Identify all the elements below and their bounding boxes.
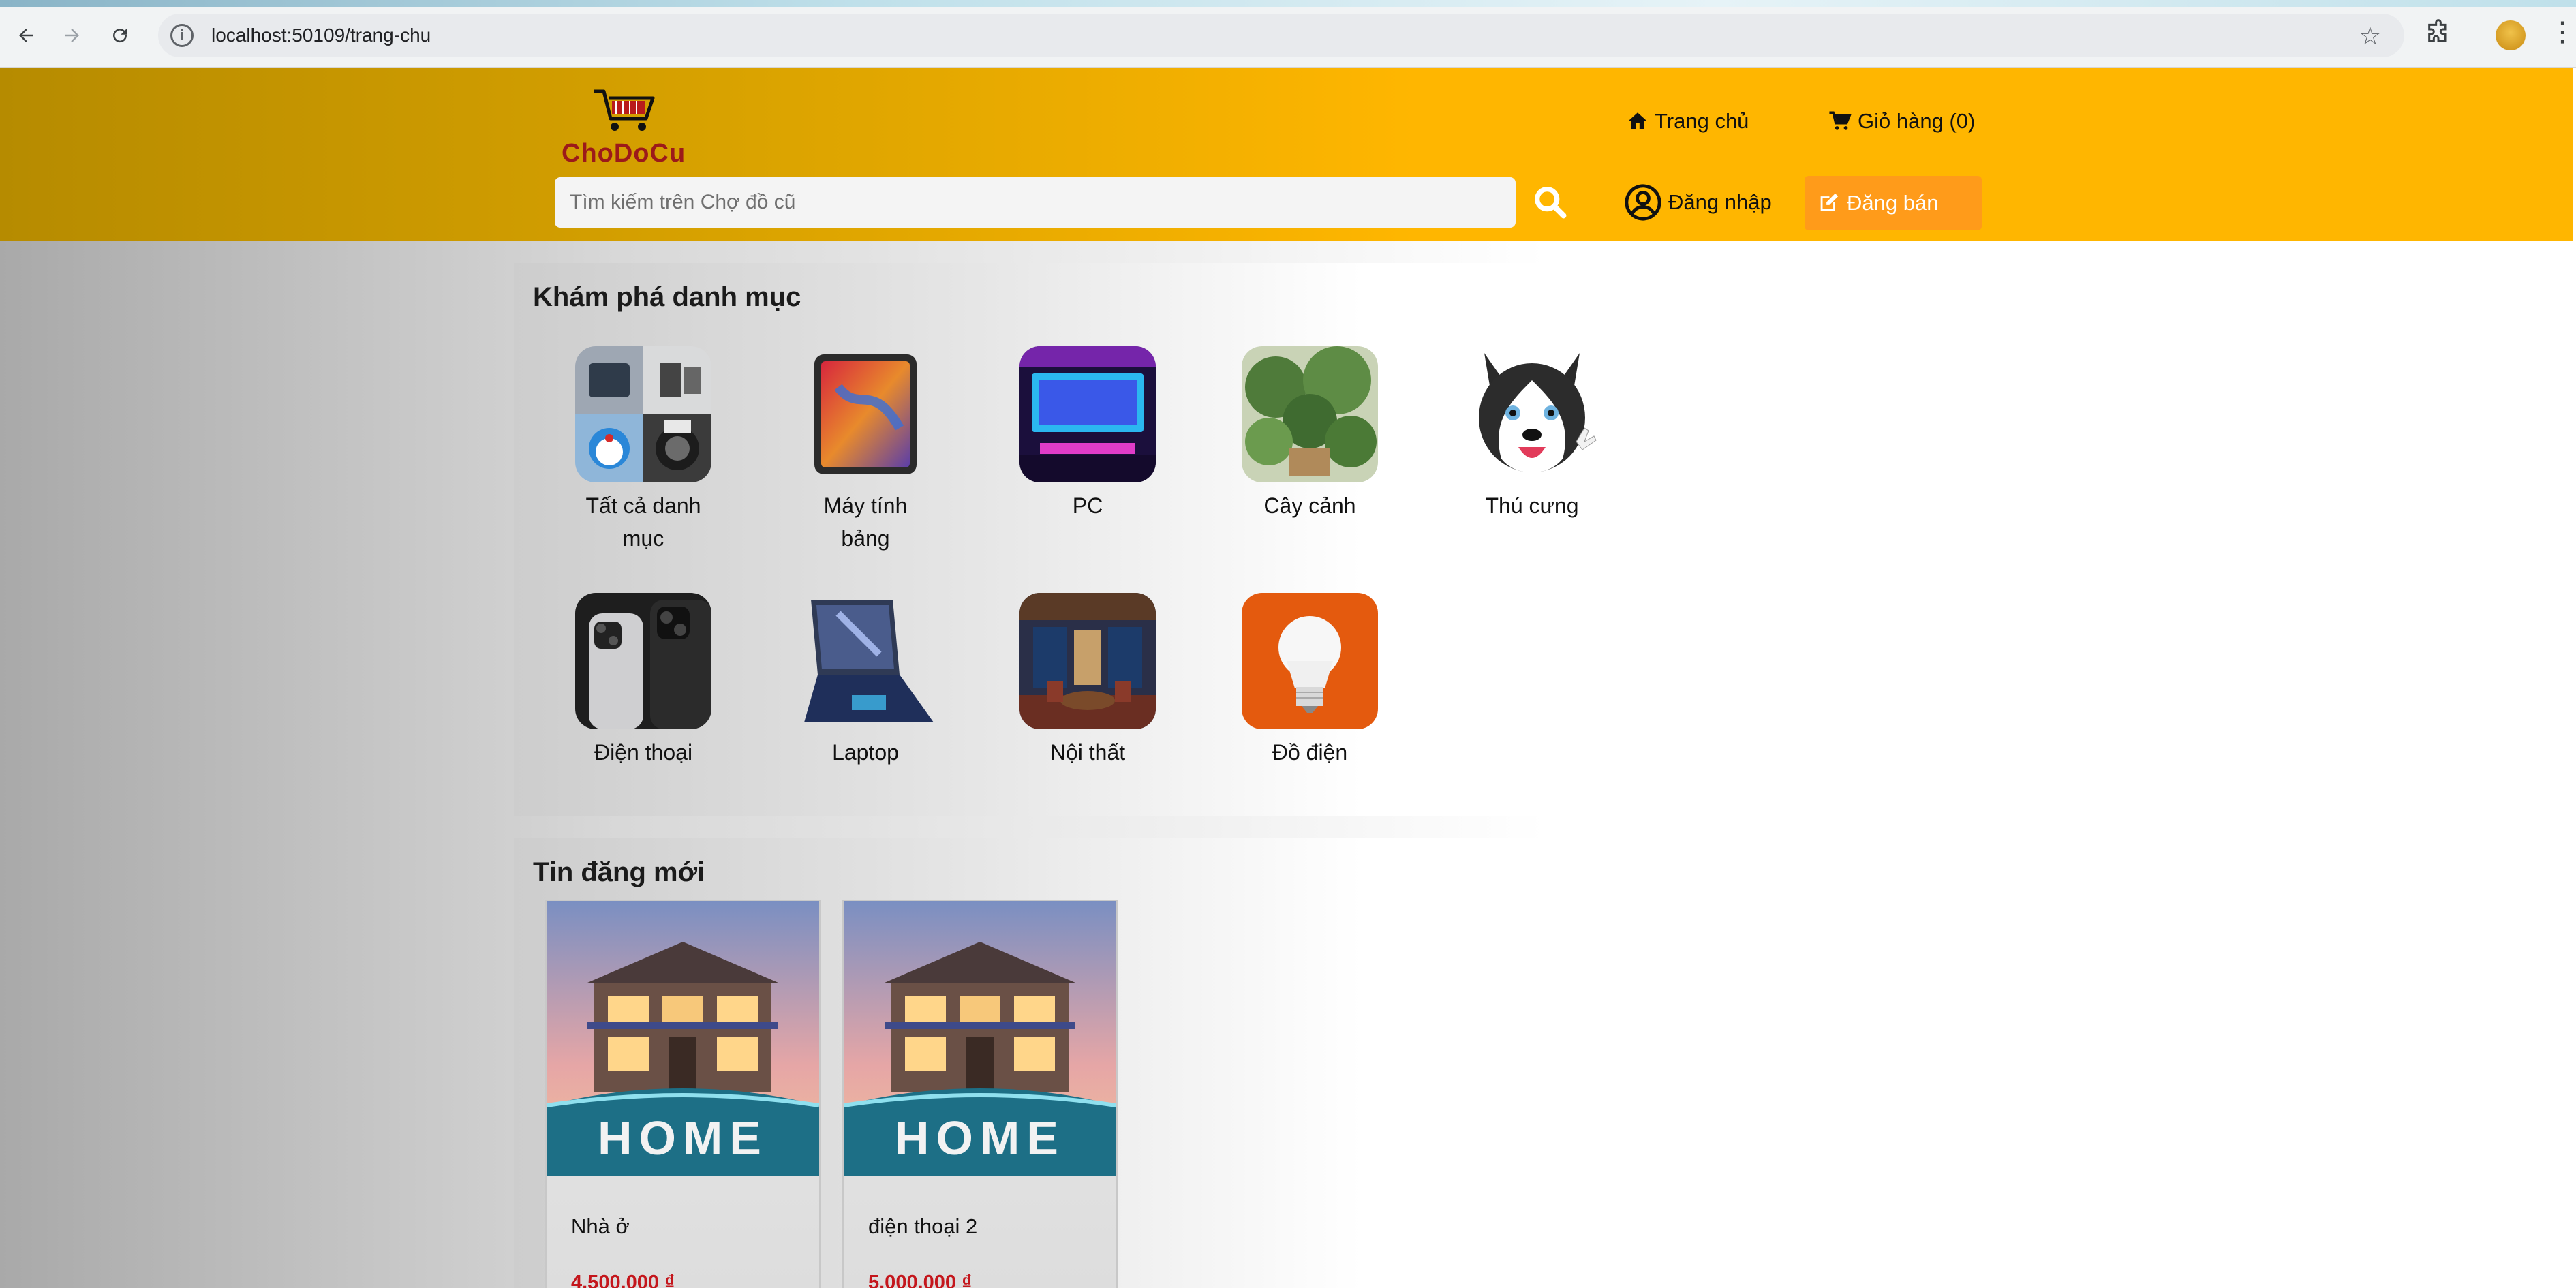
category-electric[interactable]: Đồ điện (1242, 593, 1378, 769)
product-image: HOME (547, 901, 819, 1176)
product-card[interactable]: HOME Nhà ở 4.500.000 ₫ (545, 900, 821, 1288)
product-card[interactable]: HOME điện thoại 2 5.000.000 ₫ (842, 900, 1118, 1288)
extensions-icon[interactable] (2425, 19, 2457, 52)
nav-cart-link[interactable]: Giỏ hàng (0) (1828, 109, 1975, 134)
nav-cart-label: Giỏ hàng (0) (1858, 109, 1976, 133)
phone-image (575, 593, 711, 729)
user-circle-icon (1625, 184, 1661, 221)
cart-icon (1829, 111, 1852, 130)
url-text[interactable]: localhost:50109/trang-chu (211, 25, 431, 46)
category-all[interactable]: Tất cả danh mục (575, 346, 711, 555)
edit-icon (1820, 193, 1839, 211)
forward-icon[interactable] (56, 19, 89, 52)
product-price: 5.000.000 ₫ (868, 1272, 972, 1288)
new-posts-title: Tin đăng mới (533, 857, 705, 887)
category-plants-label: Cây cảnh (1263, 493, 1356, 518)
site-logo[interactable]: ChoDoCu (559, 87, 695, 169)
bookmark-star-icon[interactable]: ☆ (2359, 22, 2381, 50)
back-icon[interactable] (10, 19, 42, 52)
tablet-image (797, 346, 934, 482)
site-header: ChoDoCu Trang chủ Giỏ hàng (0) Đăng nhập… (0, 68, 2573, 241)
laptop-image (797, 593, 934, 729)
pc-image (1019, 346, 1156, 482)
product-price: 4.500.000 ₫ (571, 1272, 675, 1288)
product-name[interactable]: điện thoại 2 (868, 1214, 977, 1239)
category-laptop[interactable]: Laptop (797, 593, 934, 769)
search-icon[interactable] (1531, 183, 1570, 222)
category-pets-label: Thú cưng (1485, 493, 1579, 518)
furniture-image (1019, 593, 1156, 729)
reload-icon[interactable] (104, 19, 136, 52)
all-categories-image (575, 346, 711, 482)
category-tablet-label: Máy tính bảng (823, 493, 908, 551)
post-listing-label: Đăng bán (1847, 191, 1939, 215)
category-pc[interactable]: PC (1019, 346, 1156, 522)
product-image-text: HOME (895, 1111, 1065, 1165)
category-all-label: Tất cả danh mục (585, 493, 701, 551)
category-pets[interactable]: Thú cưng (1464, 346, 1600, 522)
nav-login-link[interactable]: Đăng nhập (1623, 183, 1772, 222)
category-phone-label: Điện thoại (594, 740, 693, 765)
tab-strip-edge (0, 0, 2576, 7)
nav-home-link[interactable]: Trang chủ (1626, 109, 1749, 134)
category-tablet[interactable]: Máy tính bảng (797, 346, 934, 555)
page-body: ChoDoCu Trang chủ Giỏ hàng (0) Đăng nhập… (0, 68, 2576, 1288)
product-image-text: HOME (598, 1111, 768, 1165)
category-phone[interactable]: Điện thoại (575, 593, 711, 769)
pet-image (1464, 346, 1600, 482)
home-icon (1627, 112, 1648, 129)
product-name[interactable]: Nhà ở (571, 1214, 630, 1239)
category-furniture-label: Nội thất (1049, 740, 1126, 765)
cart-logo-icon (594, 89, 655, 131)
category-panel-title: Khám phá danh mục (533, 282, 801, 312)
category-pc-label: PC (1072, 493, 1103, 518)
browser-menu-icon[interactable]: ⋮ (2549, 16, 2576, 48)
product-image: HOME (844, 901, 1116, 1176)
nav-home-label: Trang chủ (1655, 109, 1749, 133)
profile-avatar[interactable] (2496, 20, 2526, 50)
site-info-icon[interactable]: i (170, 24, 194, 47)
post-listing-button[interactable]: Đăng bán (1805, 176, 1982, 230)
logo-text: ChoDoCu (562, 139, 686, 168)
lightbulb-image (1242, 593, 1378, 729)
browser-toolbar: i localhost:50109/trang-chu ☆ ⋮ (0, 0, 2576, 68)
category-plants[interactable]: Cây cảnh (1242, 346, 1378, 522)
plant-image (1242, 346, 1378, 482)
category-panel: Khám phá danh mục Tất cả danh mục Máy tí… (514, 263, 2055, 816)
address-bar[interactable]: i localhost:50109/trang-chu ☆ (158, 14, 2404, 57)
category-furniture[interactable]: Nội thất (1019, 593, 1156, 769)
search-input[interactable] (555, 177, 1516, 228)
nav-login-label: Đăng nhập (1668, 190, 1772, 214)
category-laptop-label: Laptop (832, 740, 899, 765)
category-electric-label: Đồ điện (1272, 740, 1348, 765)
